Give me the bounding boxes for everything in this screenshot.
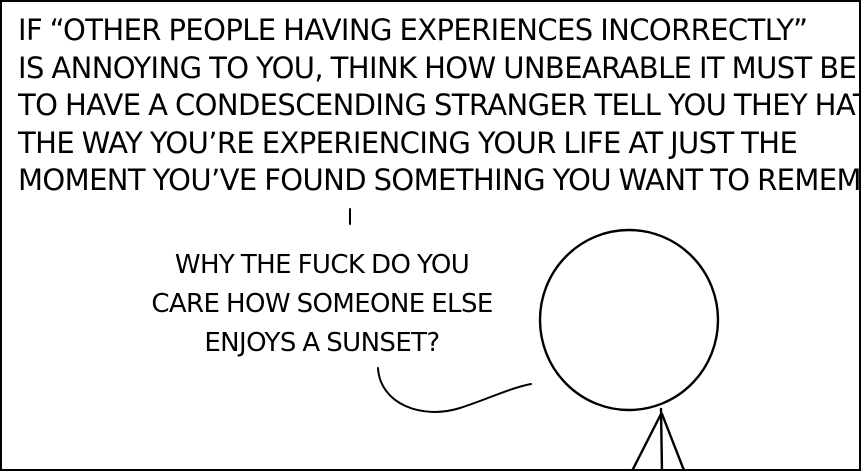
caption-line-1: IF “OTHER PEOPLE HAVING EXPERIENCES INCO… (18, 13, 808, 47)
stick-figure-body (659, 407, 664, 469)
speech-line-2: CARE HOW SOMEONE ELSE (151, 289, 493, 319)
speech-line-3: ENJOYS A SUNSET? (204, 328, 440, 358)
stick-figure-head (538, 228, 720, 412)
speech-tail (377, 367, 532, 413)
stick-figure-left-arm (631, 412, 663, 469)
caption-line-3: TO HAVE A CONDESCENDING STRANGER TELL YO… (18, 88, 861, 122)
caption-line-5: MOMENT YOU’VE FOUND SOMETHING YOU WANT T… (18, 163, 861, 197)
speech-line-1: WHY THE FUCK DO YOU (174, 250, 470, 280)
caption-line-4: THE WAY YOU’RE EXPERIENCING YOUR LIFE AT… (18, 125, 798, 160)
comic-panel: IF “OTHER PEOPLE HAVING EXPERIENCES INCO… (0, 0, 861, 471)
caption-line-2: IS ANNOYING TO YOU, THINK HOW UNBEARABLE… (18, 50, 857, 85)
stick-figure-right-arm (660, 412, 685, 469)
narration-caption: IF “OTHER PEOPLE HAVING EXPERIENCES INCO… (18, 12, 861, 200)
speech-bubble-text: WHY THE FUCK DO YOU CARE HOW SOMEONE ELS… (122, 246, 522, 363)
